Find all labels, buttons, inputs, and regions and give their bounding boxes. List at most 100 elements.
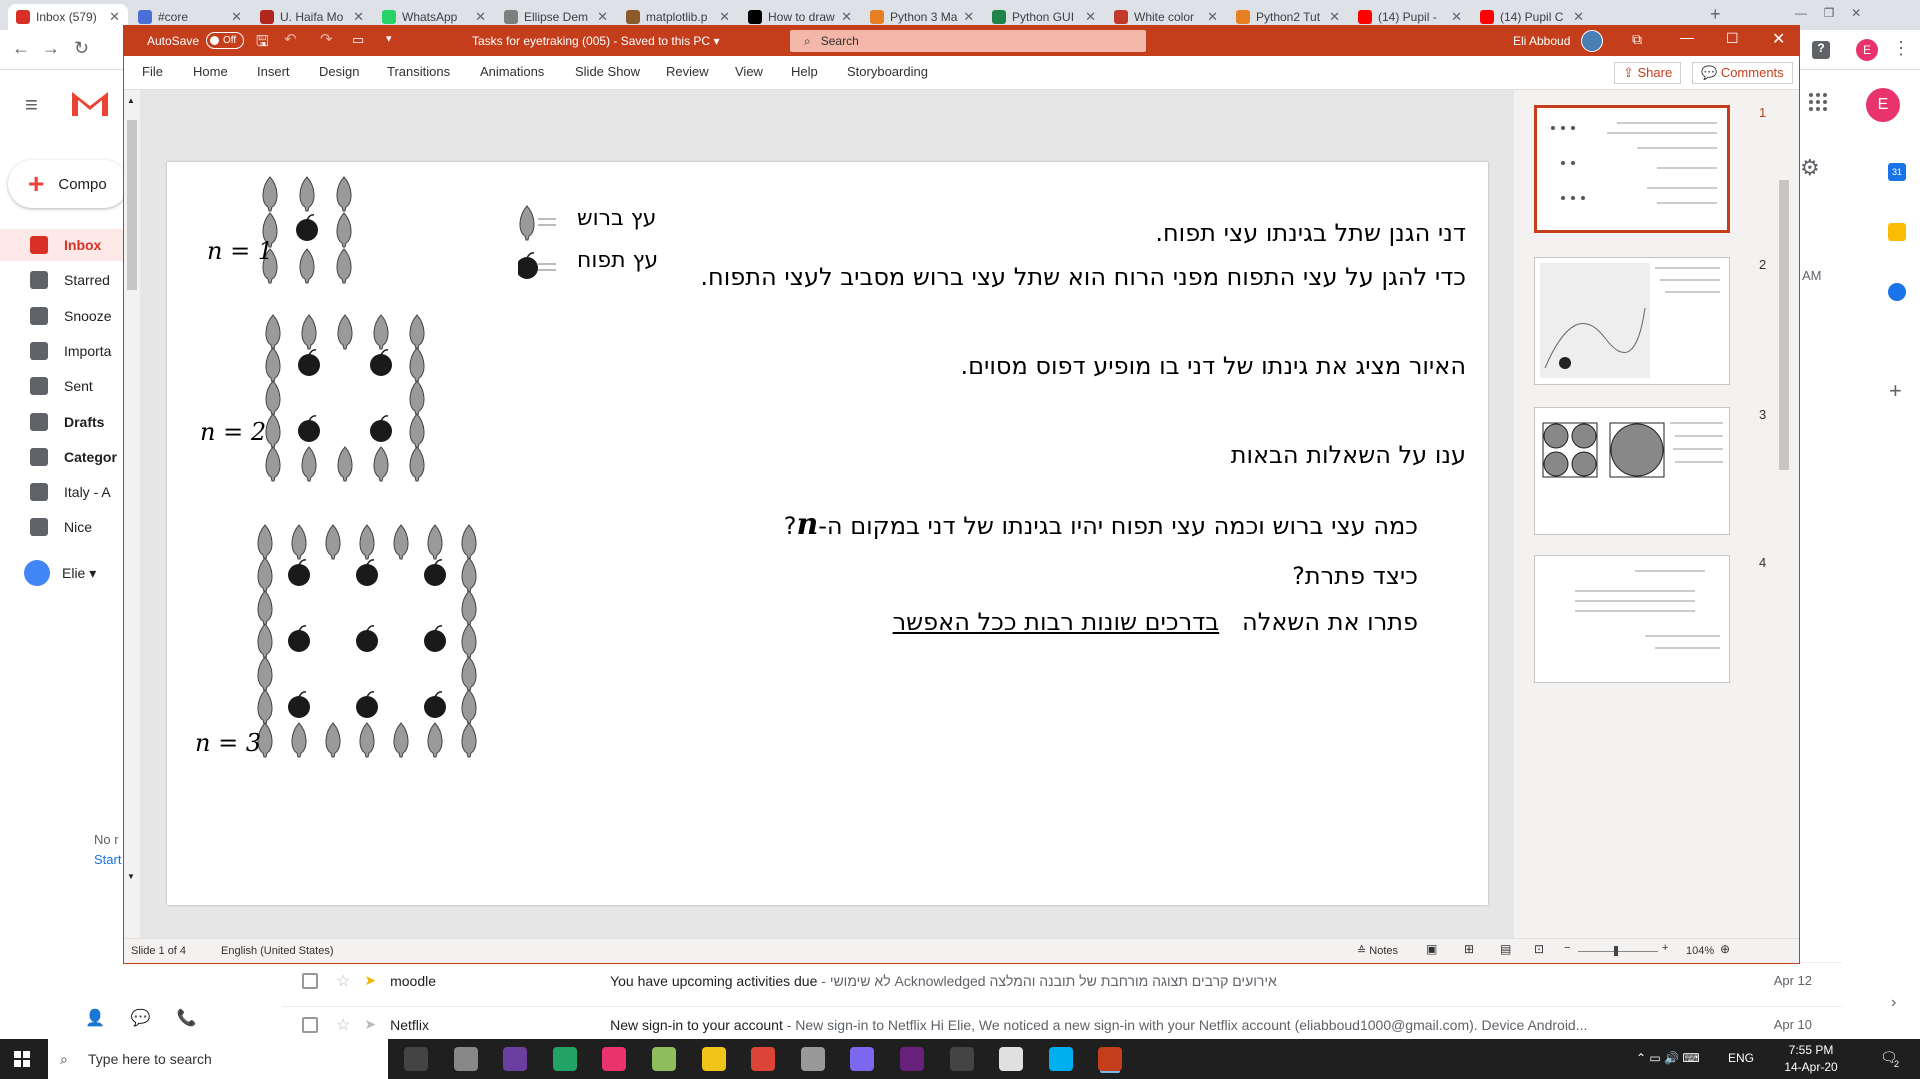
- pycharm-icon[interactable]: [552, 1047, 577, 1071]
- clock-time[interactable]: 7:55 PM: [1778, 1043, 1844, 1057]
- save-icon[interactable]: 🖫: [256, 31, 269, 56]
- maximize-icon[interactable]: ☐: [1726, 30, 1739, 47]
- zoom-slider[interactable]: [1578, 951, 1658, 952]
- slideshow-icon[interactable]: ⊡: [1534, 942, 1544, 956]
- scroll-down-icon[interactable]: ▼: [127, 872, 135, 881]
- zoom-level[interactable]: 104%: [1686, 945, 1714, 957]
- person-icon[interactable]: 👤: [85, 1008, 105, 1028]
- browser-tab[interactable]: Inbox (579) ✕: [8, 4, 128, 30]
- minimize-icon[interactable]: —: [1680, 29, 1694, 45]
- task-view-icon[interactable]: [404, 1047, 428, 1071]
- ribbon-tab[interactable]: File: [142, 64, 163, 79]
- email-checkbox[interactable]: [302, 972, 318, 989]
- reading-view-icon[interactable]: ▤: [1500, 942, 1511, 956]
- tab-close-icon[interactable]: ✕: [353, 9, 364, 25]
- snipping-icon[interactable]: [800, 1047, 825, 1071]
- keep-icon[interactable]: [1888, 223, 1906, 241]
- ribbon-tab[interactable]: View: [735, 64, 763, 79]
- star-icon[interactable]: ☆: [336, 1015, 350, 1035]
- ribbon-tab[interactable]: Review: [666, 64, 709, 79]
- clock-date[interactable]: 14-Apr-20: [1778, 1060, 1844, 1074]
- file-explorer-icon[interactable]: [701, 1047, 726, 1071]
- tab-close-icon[interactable]: ✕: [1329, 9, 1340, 25]
- tab-close-icon[interactable]: ✕: [719, 9, 730, 25]
- tab-close-icon[interactable]: ✕: [841, 9, 852, 25]
- undo-icon[interactable]: ↶: [284, 30, 297, 48]
- important-icon[interactable]: ➤: [364, 972, 376, 989]
- zoom-slider-thumb[interactable]: [1614, 946, 1618, 956]
- ribbon-tab[interactable]: Slide Show: [575, 64, 640, 79]
- ribbon-tab[interactable]: Transitions: [387, 64, 450, 79]
- sidebar-item[interactable]: Sent: [0, 370, 140, 402]
- editor-icon[interactable]: [652, 1047, 676, 1071]
- slide-thumb-4[interactable]: [1534, 555, 1730, 683]
- reload-icon[interactable]: ↻: [74, 38, 89, 59]
- tab-close-icon[interactable]: ✕: [1573, 9, 1584, 25]
- sidebar-item[interactable]: Snooze: [0, 300, 140, 332]
- slide-thumb-1[interactable]: [1534, 105, 1730, 233]
- calendar-icon[interactable]: 31: [1888, 163, 1906, 181]
- user-photo[interactable]: [1581, 30, 1603, 52]
- redo-icon[interactable]: ↷: [320, 30, 333, 48]
- normal-view-icon[interactable]: ▣: [1426, 942, 1437, 956]
- ribbon-tab[interactable]: Design: [319, 64, 359, 79]
- tray-icons[interactable]: ⌃ ▭ 🔊 ⌨: [1636, 1051, 1700, 1065]
- sidebar-item[interactable]: Inbox: [0, 229, 140, 261]
- forward-icon[interactable]: →: [42, 38, 60, 59]
- taskbar-search-box[interactable]: ⌕ Type here to search: [48, 1039, 388, 1079]
- thumb-scrollbar[interactable]: [1777, 90, 1791, 938]
- email-checkbox[interactable]: [302, 1016, 318, 1033]
- settings-gear-icon[interactable]: ⚙: [1800, 155, 1820, 181]
- new-tab-button[interactable]: +: [1710, 4, 1721, 25]
- important-icon[interactable]: ➤: [364, 1016, 376, 1033]
- slide-canvas[interactable]: n = 1 n = 2 n = 3 עץ ברוש עץ תפוח דני הג…: [167, 162, 1488, 905]
- ribbon-tab[interactable]: Storyboarding: [847, 64, 928, 79]
- zoom-out-icon[interactable]: −: [1564, 942, 1570, 954]
- tab-close-icon[interactable]: ✕: [1085, 9, 1096, 25]
- tab-close-icon[interactable]: ✕: [475, 9, 486, 25]
- user-name[interactable]: Eli Abboud: [1513, 34, 1570, 48]
- visual-studio-icon[interactable]: [900, 1047, 924, 1071]
- apps-grid-icon[interactable]: [1808, 92, 1828, 112]
- sidebar-item[interactable]: Drafts: [0, 406, 140, 438]
- tab-close-icon[interactable]: ✕: [231, 9, 242, 25]
- zoom-in-icon[interactable]: +: [1662, 942, 1668, 954]
- app-icon[interactable]: [949, 1047, 974, 1071]
- start-chat-link[interactable]: Start: [94, 852, 121, 867]
- scroll-up-icon[interactable]: ▲: [127, 96, 135, 105]
- phone-icon[interactable]: 📞: [177, 1008, 197, 1028]
- thumb-scroll-thumb[interactable]: [1779, 180, 1789, 470]
- input-language[interactable]: ENG: [1728, 1051, 1754, 1065]
- slide-scrollbar[interactable]: ▲ ▼: [124, 90, 140, 938]
- sidebar-item[interactable]: Categor: [0, 441, 140, 473]
- tab-close-icon[interactable]: ✕: [597, 9, 608, 25]
- tasks-icon[interactable]: [1888, 283, 1906, 301]
- tab-close-icon[interactable]: ✕: [1451, 9, 1462, 25]
- slide-thumb-3[interactable]: [1534, 407, 1730, 535]
- hangouts-user[interactable]: Elie ▾: [62, 565, 96, 582]
- sidebar-item[interactable]: Importa: [0, 335, 140, 367]
- tab-close-icon[interactable]: ✕: [963, 9, 974, 25]
- media-icon[interactable]: [850, 1047, 875, 1071]
- ribbon-tab[interactable]: Insert: [257, 64, 290, 79]
- compose-button[interactable]: + Compo: [8, 160, 128, 208]
- expand-panel-icon[interactable]: ›: [1891, 994, 1896, 1012]
- skype-icon[interactable]: [1048, 1047, 1073, 1071]
- sidebar-item[interactable]: Nice: [0, 511, 140, 543]
- ribbon-tab[interactable]: Help: [791, 64, 818, 79]
- search-box[interactable]: ⌕ Search: [790, 30, 1146, 52]
- help-icon[interactable]: ?: [1812, 41, 1830, 59]
- close-icon[interactable]: ✕: [1772, 29, 1785, 49]
- chrome-icon[interactable]: [751, 1047, 776, 1071]
- sidebar-item[interactable]: Starred: [0, 264, 140, 296]
- user-avatar[interactable]: [24, 560, 50, 586]
- present-icon[interactable]: ▭: [352, 32, 364, 48]
- sidebar-item[interactable]: Italy - A: [0, 476, 140, 508]
- tab-close-icon[interactable]: ✕: [109, 9, 120, 25]
- autosave-toggle[interactable]: Off: [206, 32, 244, 49]
- document-title[interactable]: Tasks for eyetraking (005) - Saved to th…: [472, 34, 719, 48]
- email-row[interactable]: ☆ ➤ Netflix New sign-in to your account - N…: [282, 1006, 1842, 1042]
- scroll-thumb[interactable]: [127, 120, 137, 290]
- email-row[interactable]: ☆ ➤ moodle You have upcoming activities due…: [282, 962, 1842, 998]
- share-button[interactable]: ⇪ Share: [1614, 62, 1682, 84]
